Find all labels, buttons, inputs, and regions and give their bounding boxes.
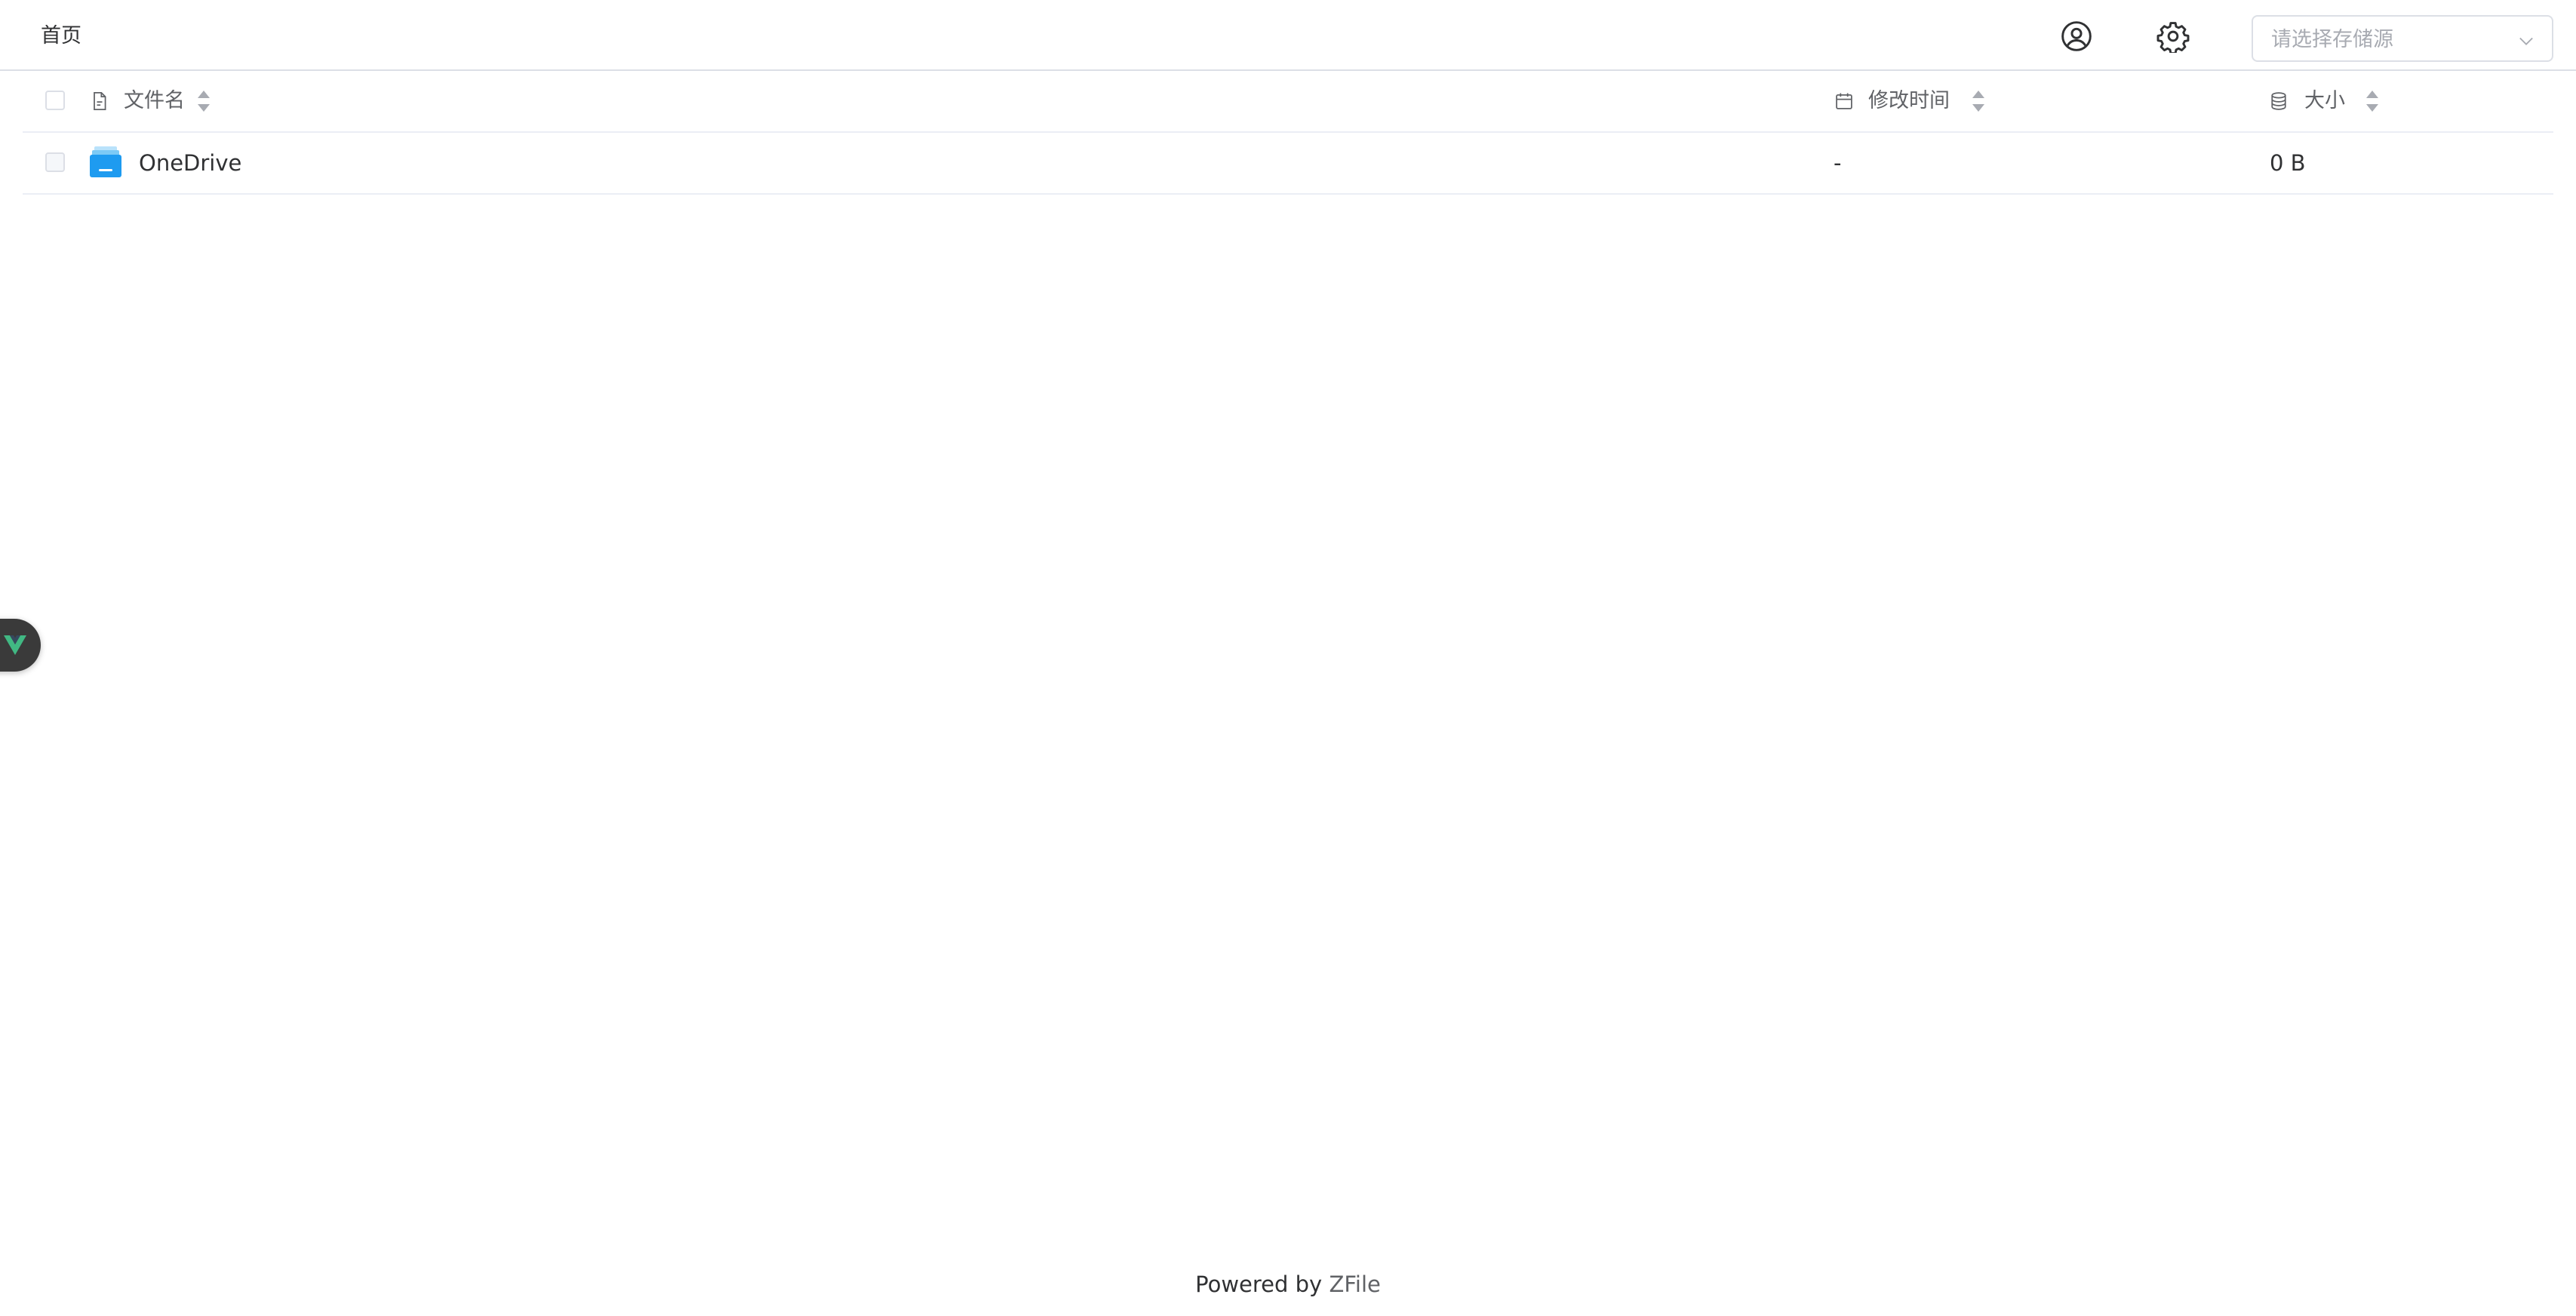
file-icon xyxy=(89,91,110,112)
gear-icon[interactable] xyxy=(2156,20,2190,53)
footer: Powered by ZFile xyxy=(0,1269,2576,1299)
chevron-down-icon xyxy=(2516,30,2537,51)
sort-caret-icon[interactable] xyxy=(2365,89,2380,113)
top-bar: 首页 请选择存储源 xyxy=(0,0,2576,71)
select-all-checkbox[interactable] xyxy=(45,91,65,110)
drive-folder-icon xyxy=(88,143,124,180)
storage-source-select[interactable]: 请选择存储源 xyxy=(2252,15,2553,62)
vue-devtools-toggle[interactable] xyxy=(0,619,41,672)
sort-caret-icon[interactable] xyxy=(196,89,211,113)
footer-powered-by: Powered by xyxy=(1195,1271,1329,1297)
table-row[interactable]: OneDrive - 0 B xyxy=(23,133,2553,195)
row-checkbox[interactable] xyxy=(45,152,65,172)
column-header-modified[interactable]: 修改时间 xyxy=(1868,86,1950,116)
column-header-size[interactable]: 大小 xyxy=(2304,86,2345,116)
page: 首页 请选择存储源 文件名 修改时间 大小 OneDrive - 0 B Pow… xyxy=(0,0,2576,1316)
file-name[interactable]: OneDrive xyxy=(139,148,241,178)
sort-caret-icon[interactable] xyxy=(1971,89,1986,113)
file-table: 文件名 修改时间 大小 OneDrive - 0 B xyxy=(23,71,2553,195)
column-header-name[interactable]: 文件名 xyxy=(124,86,185,116)
storage-select-placeholder: 请选择存储源 xyxy=(2271,28,2393,51)
footer-brand-link[interactable]: ZFile xyxy=(1329,1271,1380,1297)
file-modified: - xyxy=(1834,150,1842,176)
breadcrumb-home[interactable]: 首页 xyxy=(41,23,81,50)
vue-logo-icon xyxy=(4,635,26,655)
file-size: 0 B xyxy=(2270,150,2306,176)
table-header-row: 文件名 修改时间 大小 xyxy=(23,71,2553,133)
database-icon xyxy=(2268,91,2289,112)
calendar-icon xyxy=(1834,91,1855,112)
user-circle-icon[interactable] xyxy=(2060,20,2093,53)
